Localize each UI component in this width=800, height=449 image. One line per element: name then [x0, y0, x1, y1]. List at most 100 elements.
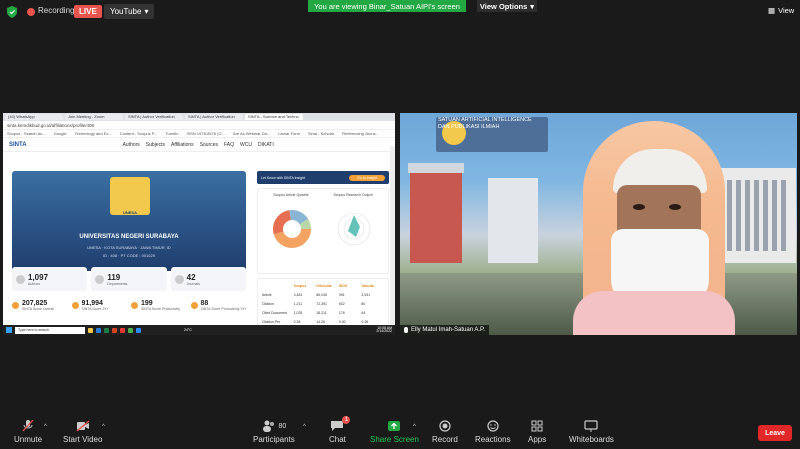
sinta-logo[interactable]: SINTA — [9, 142, 27, 148]
research-output-radar-chart — [337, 212, 371, 246]
participant-name: Elly Matul Imah-Satuan A.P. — [411, 327, 485, 333]
nav-item[interactable]: Subjects — [146, 142, 165, 148]
nav-item[interactable]: FAQ — [224, 142, 234, 148]
page-scrollbar[interactable] — [390, 146, 395, 325]
taskbar-search-input[interactable]: Type here to search — [15, 326, 85, 334]
share-options-caret[interactable]: ^ — [413, 424, 416, 430]
record-button[interactable]: Record — [432, 420, 458, 444]
stat-authors[interactable]: 1,097 Authors — [12, 267, 88, 291]
audio-options-caret[interactable]: ^ — [44, 424, 47, 430]
sinta-navbar: SINTA Authors Subjects Affiliations Sour… — [3, 138, 395, 152]
banner-text: SATUAN ARTIFICIAL INTELLIGENCE DAN PUBLI… — [438, 117, 532, 130]
reactions-button[interactable]: Reactions — [475, 420, 511, 444]
apps-label: Apps — [528, 435, 547, 444]
mic-muted-icon — [22, 420, 34, 432]
excel-icon[interactable] — [104, 327, 109, 333]
share-screen-button[interactable]: Share Screen — [370, 420, 419, 444]
start-video-button[interactable]: Start Video — [63, 420, 102, 444]
bookmark-item[interactable]: Turnitin — [165, 131, 178, 136]
shared-screen-panel: (43) WhatsApp Join Meeting - Zoom SINTA … — [3, 113, 395, 335]
table-header-row: Scopus GScholar WOS Garuda — [262, 281, 384, 290]
nav-item[interactable]: DIKATI — [258, 142, 274, 148]
whiteboards-button[interactable]: Whiteboards — [569, 420, 614, 444]
score-icon — [12, 302, 19, 309]
browser-address-bar[interactable]: sinta.kemdikbud.go.id/affiliations/profi… — [3, 121, 395, 130]
charts-box: Scopus Article Quartile Scopus Research … — [257, 188, 389, 274]
participants-options-caret[interactable]: ^ — [303, 424, 306, 430]
share-screen-icon — [388, 421, 401, 431]
youtube-stream-button[interactable]: YouTube ▾ — [104, 4, 155, 19]
participant-video-panel[interactable]: SATUAN ARTIFICIAL INTELLIGENCE DAN PUBLI… — [400, 113, 797, 335]
stat-label: Journals — [186, 281, 200, 286]
score-3yr: 91,994 SINTA Score 3Yr — [71, 300, 128, 311]
table-header: Scopus — [293, 283, 307, 288]
browser-tab[interactable]: (43) WhatsApp — [5, 114, 63, 120]
bookmark-item[interactable]: Referencing Jouns... — [342, 131, 379, 136]
bookmark-item[interactable]: ISSN 1978-8576 (G... — [186, 131, 224, 136]
participants-label: Participants — [253, 435, 295, 444]
table-cell: 72,391 — [316, 301, 327, 306]
browser-tab[interactable]: SINTA | Author Verification — [125, 114, 183, 120]
nav-item[interactable]: Sources — [200, 142, 218, 148]
stat-departments[interactable]: 119 Departments — [91, 267, 167, 291]
unesa-logo: UNESA — [110, 177, 150, 215]
weather-temp: 24°C — [184, 328, 192, 332]
nav-item[interactable]: Affiliations — [171, 142, 194, 148]
chart-label: Scopus Research Output — [333, 193, 373, 197]
leave-meeting-button[interactable]: Leave — [758, 425, 792, 441]
browser-tab[interactable]: SINTA | Author Verification — [185, 114, 243, 120]
unmute-button[interactable]: Unmute — [14, 420, 42, 444]
table-cell: 391 — [338, 292, 345, 297]
bookmark-item[interactable]: Sinta - Scholar — [308, 131, 334, 136]
table-cell: 14.26 — [316, 319, 325, 324]
participant-name-tag: Elly Matul Imah-Satuan A.P. — [400, 325, 489, 335]
journals-icon — [174, 274, 184, 284]
chat-button[interactable]: 1 Chat — [329, 416, 351, 444]
bookmark-item[interactable]: Scopus - Search Au... — [7, 131, 46, 136]
browser-tab-active[interactable]: SINTA - Science and Techno — [245, 114, 303, 120]
record-label: Record — [432, 435, 458, 444]
table-cell: 3,481 — [293, 292, 303, 297]
nav-item[interactable]: WCU — [240, 142, 252, 148]
table-cell: 176 — [338, 310, 345, 315]
pdf-icon[interactable] — [120, 327, 125, 333]
chrome-icon[interactable] — [128, 327, 133, 333]
score-productivity-3yr: 88 SINTA Score Productivity 3Yr — [190, 300, 247, 311]
score-value: 91,994 — [81, 300, 103, 307]
table-cell: 0.26 — [361, 319, 369, 324]
bookmark-item[interactable]: Technology and Ex... — [75, 131, 112, 136]
word-icon[interactable] — [96, 327, 101, 333]
table-cell: Citation — [262, 301, 274, 306]
university-ids: ID : 408 · PT CODE : 001029 — [103, 253, 155, 258]
reactions-label: Reactions — [475, 435, 511, 444]
apps-button[interactable]: Apps — [528, 420, 546, 444]
browser-tab[interactable]: Join Meeting - Zoom — [65, 114, 123, 120]
chart-label: Scopus Article Quartile — [273, 193, 309, 197]
stat-journals[interactable]: 42 Journals — [170, 267, 246, 291]
record-icon — [439, 420, 451, 432]
participants-button[interactable]: 80 Participants — [253, 420, 295, 444]
nav-item[interactable]: Authors — [123, 142, 140, 148]
view-button[interactable]: ▦ View — [768, 6, 794, 15]
score-label: SINTA Score Productivity 3Yr — [200, 307, 246, 311]
file-explorer-icon[interactable] — [88, 327, 93, 333]
windows-start-icon[interactable] — [6, 327, 12, 333]
table-row: Article 3,481 66,045 391 3,931 — [262, 290, 384, 299]
recording-label[interactable]: Recording — [38, 6, 74, 15]
participant-figure — [573, 121, 735, 335]
bookmark-item[interactable]: Lamar Form — [278, 131, 300, 136]
powerpoint-icon[interactable] — [112, 327, 117, 333]
table-cell: Citation Per — [262, 319, 281, 324]
meeting-top-bar: Recording LIVE YouTube ▾ You are viewing… — [0, 0, 800, 24]
security-shield-icon[interactable] — [7, 6, 17, 18]
go-to-insight-button[interactable]: Go to Insight — [349, 174, 385, 181]
zoom-icon[interactable] — [136, 327, 141, 333]
view-options-label: View Options — [479, 1, 528, 11]
live-badge[interactable]: LIVE — [74, 5, 102, 18]
bookmark-item[interactable]: Are As Webinar Da... — [233, 131, 270, 136]
view-options-button[interactable]: View Options ▾ — [477, 0, 537, 12]
chevron-down-icon: ▾ — [530, 1, 535, 11]
bookmark-item[interactable]: Google — [54, 131, 67, 136]
bookmark-item[interactable]: Content - Scopus P... — [120, 131, 158, 136]
video-options-caret[interactable]: ^ — [102, 424, 105, 430]
